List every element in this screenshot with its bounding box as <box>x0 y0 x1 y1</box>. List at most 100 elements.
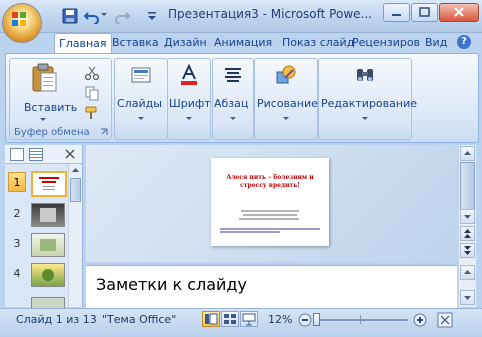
scroll-up-button[interactable] <box>460 146 475 161</box>
scroll-up-icon[interactable] <box>70 165 81 175</box>
tab-insert[interactable]: Вставка <box>108 33 163 53</box>
close-button[interactable] <box>439 3 479 22</box>
binoculars-icon <box>357 69 373 81</box>
status-bar: Слайд 1 из 13 "Тема Office" 12% <box>0 308 482 337</box>
drawing-group[interactable]: Рисование <box>254 58 318 140</box>
double-down-icon <box>464 246 471 255</box>
zoom-out-icon[interactable] <box>298 313 312 327</box>
tab-review[interactable]: Рецензиров <box>348 33 424 53</box>
ribbon: Вставить Буфер обмена Слайды Шрифт Абзац… <box>5 53 479 143</box>
slide-thumbnail-preview <box>42 269 54 281</box>
slide-thumbnail-preview <box>40 208 56 222</box>
double-up-icon <box>464 229 471 238</box>
next-slide-button[interactable] <box>460 243 475 258</box>
tab-design[interactable]: Дизайн <box>160 33 211 53</box>
scroll-thumb[interactable] <box>70 178 81 202</box>
zoom-slider-track[interactable] <box>316 319 408 321</box>
clipboard-group: Вставить Буфер обмена <box>9 58 112 140</box>
slides-tab-icon[interactable] <box>10 148 24 161</box>
paragraph-icon <box>225 68 241 82</box>
slide-text-line <box>243 214 297 216</box>
slides-icon <box>131 67 151 83</box>
notes-placeholder[interactable]: Заметки к слайду <box>96 275 247 294</box>
dialog-launcher-icon[interactable] <box>100 128 108 136</box>
font-dropdown-icon <box>186 117 192 120</box>
paragraph-label: Абзац <box>214 97 249 110</box>
current-slide[interactable]: Алеся пить – болезням и стрессу вредить! <box>211 158 329 246</box>
drawing-label: Рисование <box>257 97 318 110</box>
scroll-down-button[interactable] <box>460 209 475 224</box>
maximize-icon <box>419 7 430 17</box>
paste-label: Вставить <box>24 101 78 114</box>
font-group[interactable]: Шрифт <box>167 58 211 140</box>
zoom-slider-thumb[interactable] <box>313 313 320 326</box>
slides-panel: 1 2 3 4 <box>5 145 83 308</box>
slide-number: 4 <box>13 267 21 280</box>
copy-icon[interactable] <box>84 85 100 101</box>
zoom-slider-center-mark <box>360 315 361 324</box>
slides-scrollbar[interactable] <box>68 164 82 307</box>
paragraph-dropdown-icon <box>230 117 236 120</box>
slide-thumbnail[interactable] <box>31 233 65 257</box>
close-panel-icon[interactable] <box>65 149 75 159</box>
tab-animation[interactable]: Анимация <box>210 33 276 53</box>
slide-sorter-icon <box>224 314 236 324</box>
notes-scroll-up-button[interactable] <box>460 265 475 280</box>
slide-thumbnail[interactable] <box>31 203 65 227</box>
close-icon <box>454 7 464 17</box>
paste-button[interactable]: Вставить <box>16 61 77 123</box>
zoom-in-icon[interactable] <box>413 313 427 327</box>
normal-view-button[interactable] <box>202 311 220 327</box>
slide-number: 1 <box>8 172 26 192</box>
slide-title[interactable]: Алеся пить – болезням и стрессу вредить! <box>219 174 321 190</box>
scroll-up-icon <box>464 151 471 155</box>
slide-text-line <box>220 231 280 233</box>
slides-group[interactable]: Слайды <box>114 58 168 140</box>
minimize-button[interactable] <box>383 3 410 22</box>
editor-scrollbar[interactable] <box>458 145 476 307</box>
save-icon[interactable] <box>62 8 78 24</box>
font-label: Шрифт <box>169 97 211 110</box>
paste-icon <box>32 63 57 92</box>
undo-icon[interactable] <box>84 8 100 24</box>
editing-dropdown-icon <box>362 117 368 120</box>
fit-to-window-icon[interactable] <box>437 312 453 328</box>
chevron-down-icon[interactable] <box>144 8 160 24</box>
zoom-level[interactable]: 12% <box>268 313 292 326</box>
notes-pane[interactable]: Заметки к слайду <box>86 265 457 308</box>
theme-name[interactable]: "Тема Office" <box>102 313 176 326</box>
tab-view[interactable]: Вид <box>421 33 451 53</box>
slides-dropdown-icon <box>138 117 144 120</box>
slideshow-icon <box>242 313 256 326</box>
outline-tab-icon[interactable] <box>29 148 43 161</box>
help-icon[interactable]: ? <box>457 35 471 49</box>
slide-text-line <box>239 218 299 220</box>
slideshow-button[interactable] <box>240 311 258 327</box>
paragraph-group[interactable]: Абзац <box>212 58 254 140</box>
format-painter-icon[interactable] <box>84 105 100 121</box>
editing-label: Редактирование <box>321 97 417 110</box>
slide-thumbnail[interactable] <box>31 297 65 308</box>
slide-number: 2 <box>13 207 21 220</box>
panel-tabs <box>5 145 82 164</box>
editing-group[interactable]: Редактирование <box>318 58 417 140</box>
redo-icon[interactable] <box>114 8 130 24</box>
scroll-up-icon <box>464 270 471 274</box>
slide-sorter-button[interactable] <box>221 311 239 327</box>
scroll-down-icon <box>464 215 471 219</box>
notes-scroll-down-button[interactable] <box>460 290 475 305</box>
previous-slide-button[interactable] <box>460 226 475 241</box>
slide-thumbnail-preview <box>40 239 56 251</box>
maximize-button[interactable] <box>411 3 438 22</box>
scroll-thumb[interactable] <box>460 162 475 210</box>
tab-slideshow[interactable]: Показ слайд <box>278 33 358 53</box>
window-title: Презентация3 - Microsoft Powe... <box>168 7 372 21</box>
cut-icon[interactable] <box>84 65 100 81</box>
minimize-icon <box>392 14 401 16</box>
clipboard-group-label: Буфер обмена <box>14 127 90 138</box>
slide-thumbnail[interactable] <box>31 171 67 197</box>
tab-home[interactable]: Главная <box>54 33 112 55</box>
slide-thumbnail[interactable] <box>31 263 65 287</box>
slide-thumbnail-preview <box>39 177 59 190</box>
font-icon <box>181 64 197 85</box>
